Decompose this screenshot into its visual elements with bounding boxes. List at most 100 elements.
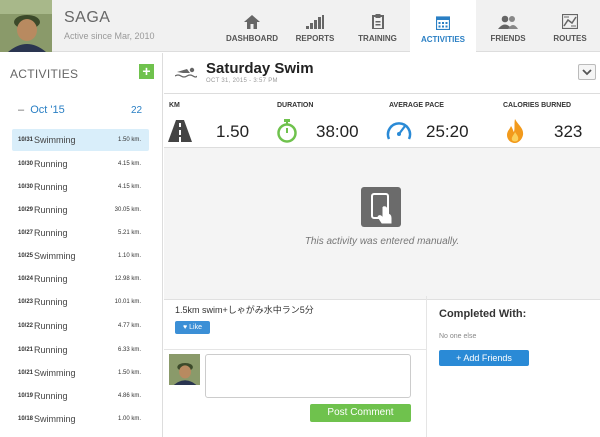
activity-date: 10/22 <box>18 323 34 329</box>
chevron-down-icon <box>582 69 592 76</box>
stat-average-pace: AVERAGE PACE 25:20 <box>384 94 494 149</box>
map-icon <box>562 14 578 29</box>
friends-icon <box>498 15 518 29</box>
activity-type: Swimming <box>34 414 76 424</box>
like-button[interactable]: ♥ Like <box>175 321 210 334</box>
nav-label: REPORTS <box>295 34 335 43</box>
road-icon <box>168 120 192 142</box>
stat-label: CALORIES BURNED <box>503 102 572 109</box>
activity-list-item[interactable]: 10/25 Swimming 1.10 km. <box>12 245 149 267</box>
activity-distance: 10.01 km. <box>114 299 141 305</box>
activity-list-item[interactable]: 10/30 Running 4.15 km. <box>12 153 149 175</box>
activity-distance: 1.10 km. <box>117 253 141 259</box>
home-icon <box>244 15 260 29</box>
activity-list-item[interactable]: 10/21 Running 6.33 km. <box>12 339 149 361</box>
collapse-icon: – <box>18 104 25 116</box>
comment-input[interactable] <box>205 354 411 398</box>
nav-label: FRIENDS <box>490 34 526 43</box>
activity-type: Swimming <box>34 368 76 378</box>
activity-title: Saturday Swim <box>206 60 314 77</box>
stat-label: DURATION <box>277 102 314 109</box>
activity-list-item[interactable]: 10/29 Running 30.05 km. <box>12 199 149 221</box>
activity-date: 10/21 <box>18 370 34 376</box>
activity-type: Running <box>34 274 68 284</box>
stat-value: 323 <box>554 122 583 141</box>
stat-label: AVERAGE PACE <box>389 102 444 109</box>
activity-type: Running <box>34 321 68 331</box>
activity-distance: 1.50 km. <box>117 137 141 143</box>
activity-list-item[interactable]: 10/27 Running 5.21 km. <box>12 222 149 244</box>
sidebar-title: ACTIVITIES <box>10 67 79 81</box>
month-label: Oct '15 <box>30 104 65 116</box>
activity-detail: Saturday Swim OCT 31, 2015 - 3:57 PM KM … <box>164 53 600 437</box>
nav-friends[interactable]: FRIENDS <box>476 0 540 52</box>
username: SAGA <box>64 9 111 26</box>
post-comment-button[interactable]: Post Comment <box>310 404 411 422</box>
add-friends-button[interactable]: + Add Friends <box>439 350 529 366</box>
activity-distance: 5.21 km. <box>117 230 141 236</box>
nav-routes[interactable]: ROUTES <box>540 0 600 52</box>
user-avatar[interactable] <box>0 0 52 52</box>
like-label: Like <box>189 324 202 331</box>
activity-distance: 4.15 km. <box>117 161 141 167</box>
activity-distance: 1.00 km. <box>117 416 141 422</box>
activity-list-item[interactable]: 10/19 Running 4.86 km. <box>12 385 149 407</box>
completed-with-title: Completed With: <box>439 308 527 320</box>
activity-distance: 6.33 km. <box>117 347 141 353</box>
stat-km: KM 1.50 <box>164 94 262 149</box>
manual-entry-text: This activity was entered manually. <box>304 236 460 247</box>
activity-date: 10/21 <box>18 347 34 353</box>
activity-list-item[interactable]: 10/31 Swimming 1.50 km. <box>12 129 149 151</box>
nav-reports[interactable]: REPORTS <box>285 0 345 52</box>
activity-list-item[interactable]: 10/21 Swimming 1.50 km. <box>12 362 149 384</box>
nav-label: ROUTES <box>553 34 587 43</box>
activity-options-dropdown[interactable] <box>578 64 596 80</box>
activity-list-item[interactable]: 10/22 Running 4.77 km. <box>12 315 149 337</box>
speedometer-icon <box>386 122 412 140</box>
stat-label: KM <box>169 102 180 109</box>
stat-value: 1.50 <box>216 122 250 141</box>
activity-list-item[interactable]: 10/30 Running 4.15 km. <box>12 176 149 198</box>
comment-divider <box>164 349 426 350</box>
activity-date: 10/18 <box>18 416 34 422</box>
stat-calories: CALORIES BURNED 323 <box>498 94 600 149</box>
tablet-touch-icon <box>361 187 401 227</box>
activity-date: 10/27 <box>18 230 34 236</box>
activity-list-item[interactable]: 10/24 Running 12.98 km. <box>12 268 149 290</box>
thumbs-up-icon: ♥ <box>183 324 188 331</box>
activity-type: Running <box>34 205 68 215</box>
activity-date: 10/24 <box>18 276 34 282</box>
active-since: Active since Mar, 2010 <box>64 31 155 41</box>
completed-with-empty: No one else <box>439 333 477 340</box>
nav-label: ACTIVITIES <box>420 35 465 44</box>
stat-value: 38:00 <box>316 122 359 141</box>
activity-date: 10/29 <box>18 207 34 213</box>
nav-training[interactable]: TRAINING <box>345 0 410 52</box>
nav-activities[interactable]: ACTIVITIES <box>410 0 476 53</box>
activity-date: 10/30 <box>18 184 34 190</box>
activity-distance: 1.50 km. <box>117 370 141 376</box>
activity-date: 10/23 <box>18 299 34 305</box>
activity-type: Running <box>34 391 68 401</box>
activity-distance: 4.86 km. <box>117 393 141 399</box>
nav-dashboard[interactable]: DASHBOARD <box>219 0 285 52</box>
activity-type: Running <box>34 182 68 192</box>
add-activity-button[interactable]: + <box>139 64 154 79</box>
month-activity-count: 22 <box>131 105 143 116</box>
manual-entry-panel <box>164 148 600 300</box>
month-toggle[interactable]: – Oct '15 <box>18 104 65 116</box>
activity-list-item[interactable]: 10/23 Running 10.01 km. <box>12 291 149 313</box>
nav-label: DASHBOARD <box>226 34 278 43</box>
stats-bar: KM 1.50 DURATION 38:00 AVERAGE PACE 25:2… <box>164 93 600 148</box>
activity-date: 10/19 <box>18 393 34 399</box>
stat-duration: DURATION 38:00 <box>272 94 376 149</box>
activity-type: Swimming <box>34 251 76 261</box>
activity-list-item[interactable]: 10/18 Swimming 1.00 km. <box>12 408 149 430</box>
calendar-icon <box>436 16 450 30</box>
stopwatch-icon <box>277 119 297 143</box>
activity-date: 10/30 <box>18 161 34 167</box>
activity-datetime: OCT 31, 2015 - 3:57 PM <box>206 78 278 84</box>
activity-distance: 12.98 km. <box>114 276 141 282</box>
column-divider <box>426 296 427 437</box>
swimmer-icon <box>175 67 197 78</box>
